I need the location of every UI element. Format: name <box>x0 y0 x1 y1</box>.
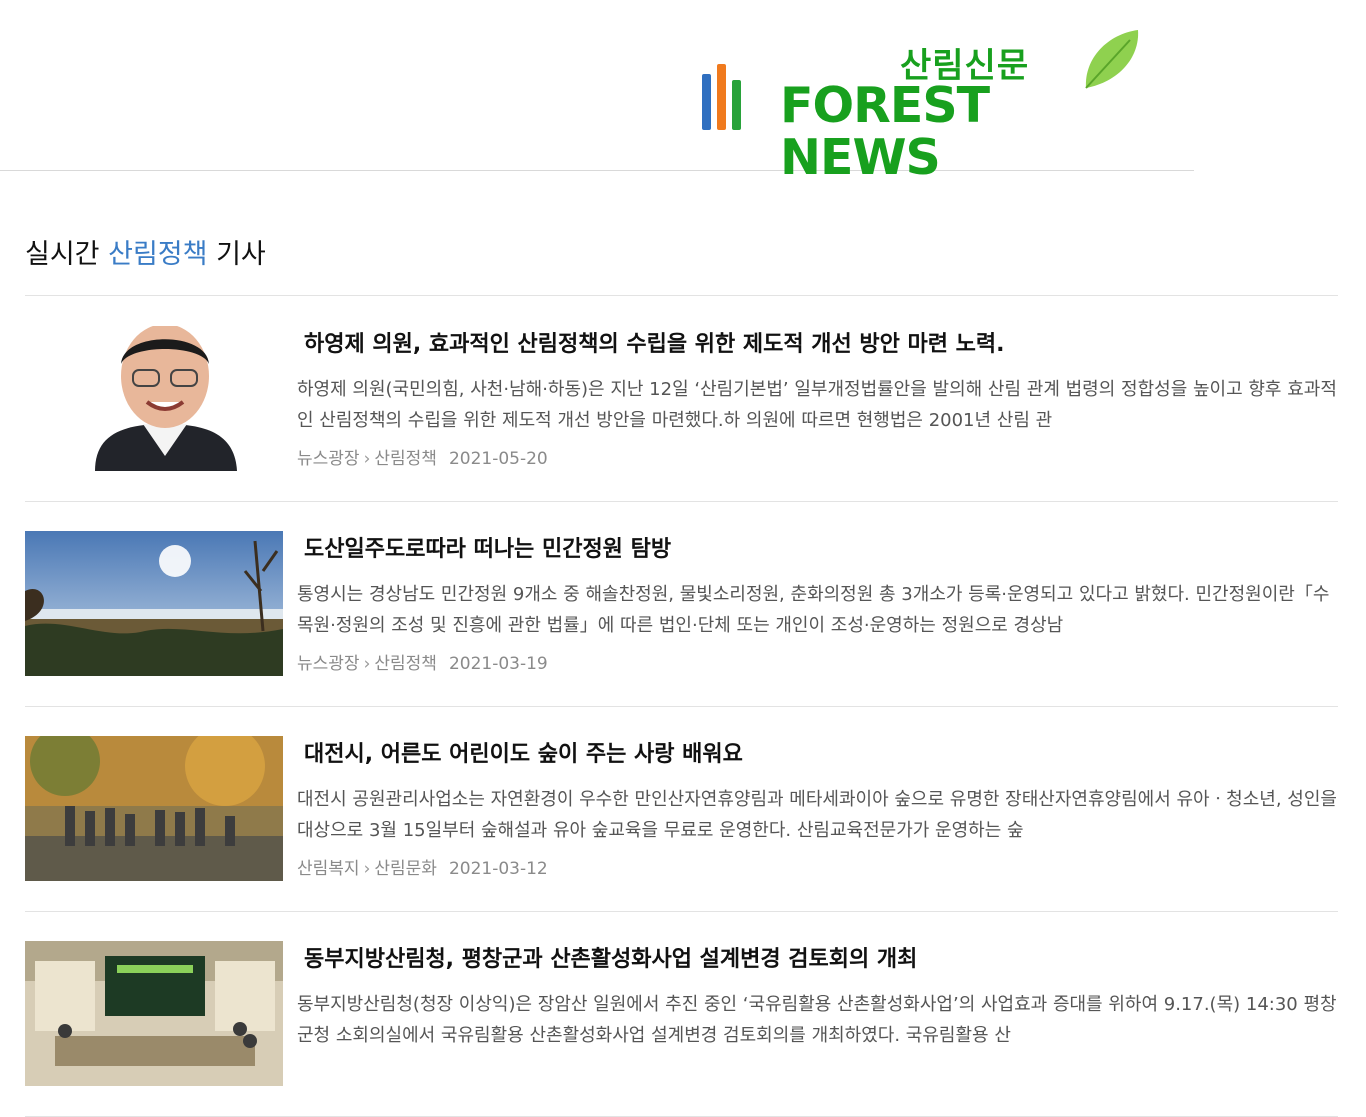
site-header: 산림신문 FOREST NEWS <box>0 0 1194 184</box>
section-title-suffix: 기사 <box>207 239 266 270</box>
article-thumbnail[interactable] <box>25 326 283 471</box>
article-item[interactable]: 대전시, 어른도 어린이도 숲이 주는 사랑 배워요 대전시 공원관리사업소는 … <box>25 706 1338 912</box>
article-summary[interactable]: 동부지방산림청(청장 이상익)은 장암산 일원에서 추진 중인 ‘국유림활용 산… <box>297 989 1339 1051</box>
article-category[interactable]: 뉴스광장 <box>297 654 360 674</box>
article-body: 도산일주도로따라 떠나는 민간정원 탐방 통영시는 경상남도 민간정원 9개소 … <box>297 531 1339 674</box>
section-title: 실시간 산림정책 기사 <box>25 232 266 271</box>
site-logo[interactable]: 산림신문 FOREST NEWS <box>700 28 1145 184</box>
article-item[interactable]: 동부지방산림청, 평창군과 산촌활성화사업 설계변경 검토회의 개최 동부지방산… <box>25 911 1338 1117</box>
article-subcategory[interactable]: 산림문화 <box>374 859 437 879</box>
article-thumbnail[interactable] <box>25 941 283 1086</box>
article-thumbnail[interactable] <box>25 531 283 676</box>
article-title[interactable]: 하영제 의원, 효과적인 산림정책의 수립을 위한 제도적 개선 방안 마련 노… <box>304 326 1339 358</box>
article-date: 2021-05-20 <box>448 449 548 469</box>
article-meta: 산림복지 › 산림문화 2021-03-12 <box>297 854 1339 879</box>
article-category[interactable]: 산림복지 <box>297 859 360 879</box>
article-title[interactable]: 동부지방산림청, 평창군과 산촌활성화사업 설계변경 검토회의 개최 <box>304 941 1339 973</box>
leaf-icon <box>1085 30 1139 89</box>
article-title[interactable]: 도산일주도로따라 떠나는 민간정원 탐방 <box>304 531 1339 563</box>
article-meta: 뉴스광장 › 산림정책 2021-05-20 <box>297 444 1339 469</box>
article-subcategory[interactable]: 산림정책 <box>374 449 437 469</box>
section-title-prefix: 실시간 <box>25 239 109 270</box>
article-body: 동부지방산림청, 평창군과 산촌활성화사업 설계변경 검토회의 개최 동부지방산… <box>297 941 1339 1059</box>
article-subcategory[interactable]: 산림정책 <box>374 654 437 674</box>
chevron-right-icon: › <box>363 449 371 469</box>
article-summary[interactable]: 대전시 공원관리사업소는 자연환경이 우수한 만인산자연휴양림과 메타세콰이아 … <box>297 784 1339 846</box>
article-body: 하영제 의원, 효과적인 산림정책의 수립을 위한 제도적 개선 방안 마련 노… <box>297 326 1339 469</box>
logo-bars-icon <box>702 64 754 130</box>
section-title-accent[interactable]: 산림정책 <box>108 239 207 270</box>
article-category[interactable]: 뉴스광장 <box>297 449 360 469</box>
article-item[interactable]: 하영제 의원, 효과적인 산림정책의 수립을 위한 제도적 개선 방안 마련 노… <box>25 296 1338 502</box>
article-date: 2021-03-19 <box>448 654 548 674</box>
chevron-right-icon: › <box>363 654 371 674</box>
article-thumbnail[interactable] <box>25 736 283 881</box>
chevron-right-icon: › <box>363 859 371 879</box>
article-date: 2021-03-12 <box>448 859 548 879</box>
article-meta: 뉴스광장 › 산림정책 2021-03-19 <box>297 649 1339 674</box>
article-summary[interactable]: 하영제 의원(국민의힘, 사천·남해·하동)은 지난 12일 ‘산림기본법’ 일… <box>297 374 1339 436</box>
article-summary[interactable]: 통영시는 경상남도 민간정원 9개소 중 해솔찬정원, 물빛소리정원, 춘화의정… <box>297 579 1339 641</box>
logo-english-text: FOREST NEWS <box>780 77 990 186</box>
article-body: 대전시, 어른도 어린이도 숲이 주는 사랑 배워요 대전시 공원관리사업소는 … <box>297 736 1339 879</box>
article-title[interactable]: 대전시, 어른도 어린이도 숲이 주는 사랑 배워요 <box>304 736 1339 768</box>
article-item[interactable]: 도산일주도로따라 떠나는 민간정원 탐방 통영시는 경상남도 민간정원 9개소 … <box>25 501 1338 707</box>
